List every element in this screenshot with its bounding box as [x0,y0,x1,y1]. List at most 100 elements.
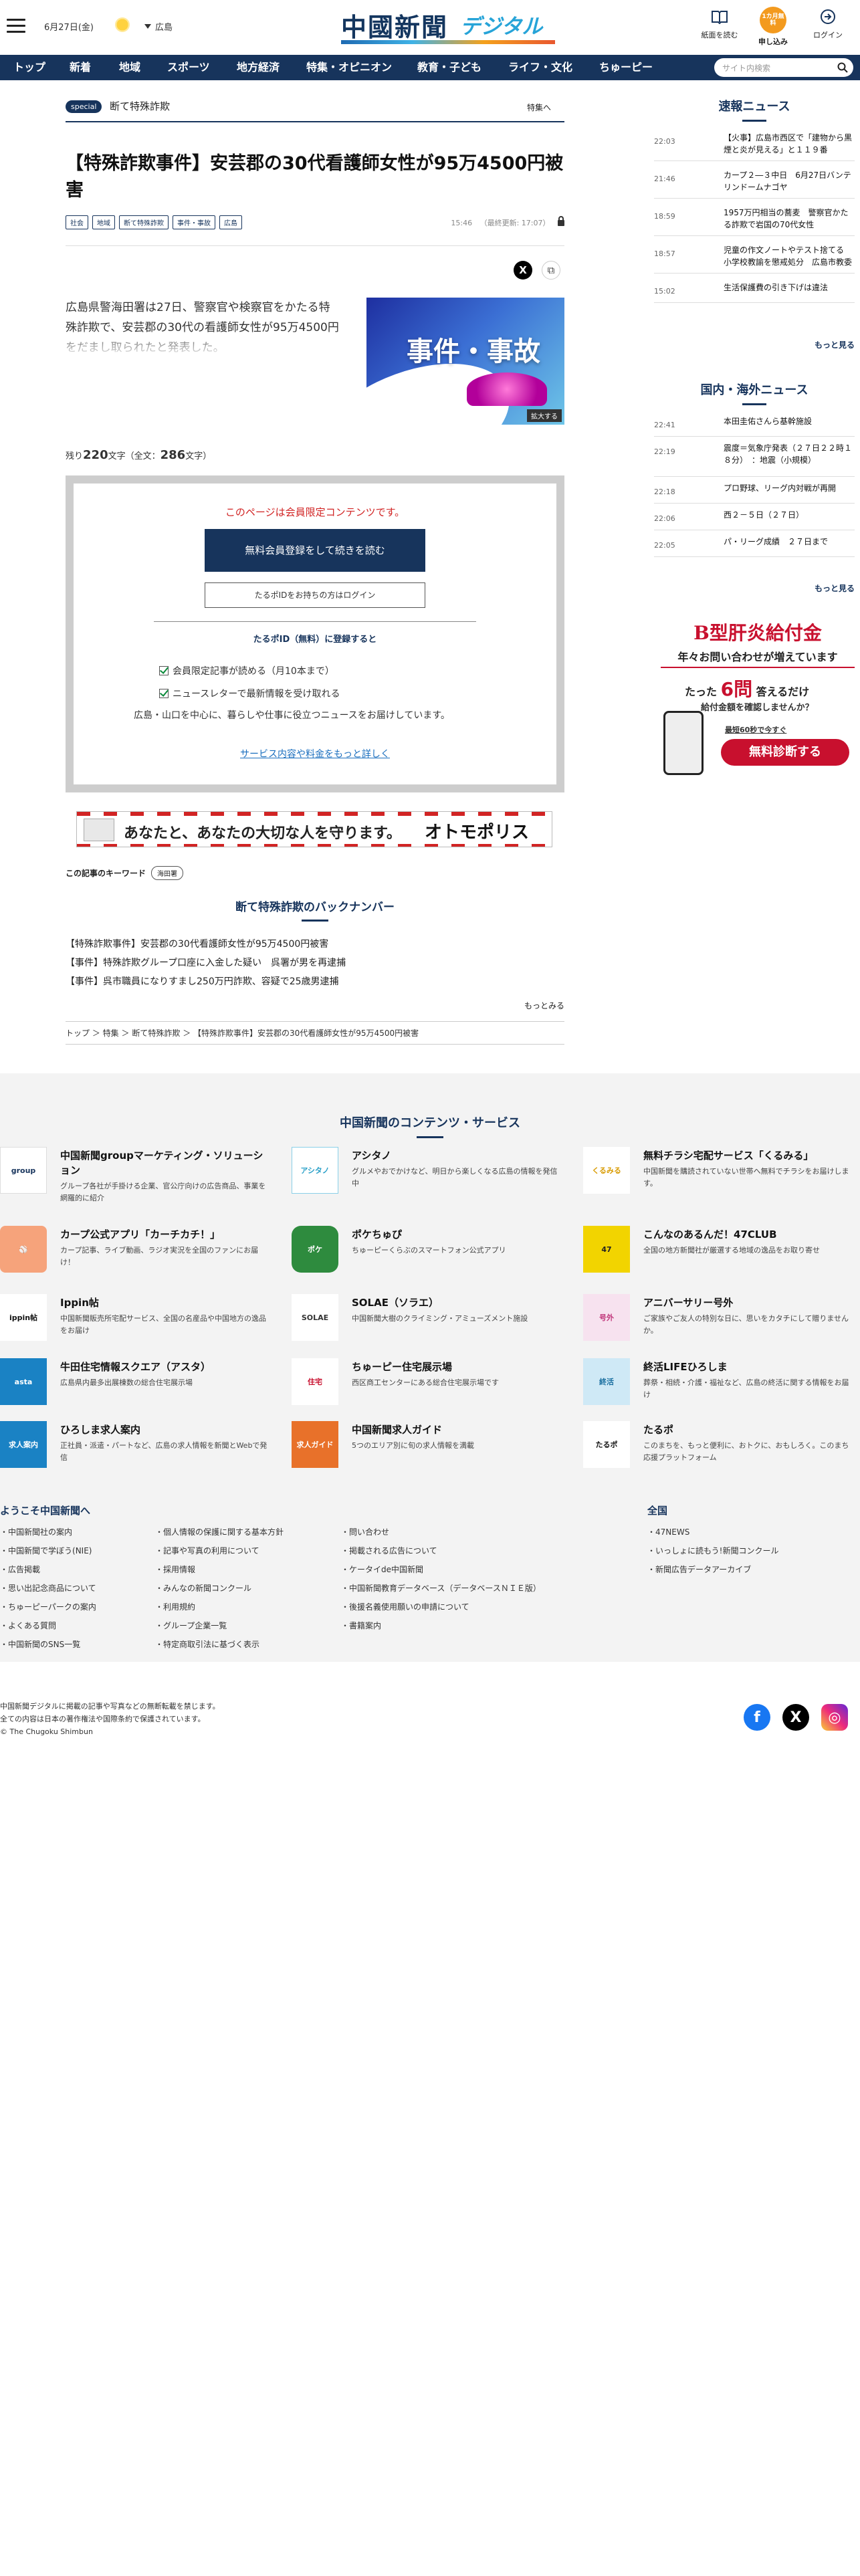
list-item[interactable]: 【特殊詐欺事件】安芸郡の30代看護師女性が95万4500円被害 [66,935,564,954]
special-link[interactable]: 特集へ [527,102,551,113]
footer-link[interactable]: 中国新聞社の案内 [0,1523,72,1541]
world-news-heading: 国内・海外ニュース [654,381,855,405]
tag[interactable]: 広島 [219,215,242,229]
search-icon[interactable] [837,62,848,76]
keyword-tag[interactable]: 海田署 [151,866,184,880]
footer-link[interactable]: 記事や写真の利用について [155,1542,259,1560]
breadcrumb-item[interactable]: 特集 [103,1029,119,1038]
flash-news-item[interactable]: 18:57 児童の作文ノートやテスト捨てる 小学校教諭を懲戒処分 広島市教委 [654,239,855,274]
flash-news-item[interactable]: 22:03 【火事】広島市西区で「建物から黒煙と炎が見える」と１１９番 [654,126,855,161]
menu-icon[interactable] [7,19,25,33]
breadcrumb-item[interactable]: トップ [66,1029,90,1038]
nav-region[interactable]: 地域 [119,55,140,80]
enlarge-button[interactable]: 拡大する [527,409,562,422]
footer-link[interactable]: 書籍案内 [341,1617,381,1634]
footer-link[interactable]: いっしょに読もう!新聞コンクール [647,1542,778,1560]
list-item[interactable]: 【事件】呉市職員になりすまし250万円詐欺、容疑で25歳男逮捕 [66,972,564,991]
world-more-link[interactable]: もっと見る [815,582,855,594]
article-photo[interactable]: 事件・事故 拡大する [366,298,564,425]
x-share-icon[interactable]: X [514,261,532,280]
special-title[interactable]: 断て特殊詐欺 [110,99,170,113]
service-item[interactable]: 号外 アニバーサリー号外 ご家族やご友人の特別な日に、思いをカタチにして贈りませ… [583,1294,851,1354]
nav-new[interactable]: 新着 [70,55,91,80]
flash-more-link[interactable]: もっと見る [815,339,855,350]
service-item[interactable]: 求人ガイド 中国新聞求人ガイド 5つのエリア別に旬の求人情報を満載 [292,1421,559,1481]
service-item[interactable]: group 中国新聞groupマーケティング・ソリューション グループ各社が手掛… [0,1147,267,1207]
site-logo[interactable]: 中國新聞 デジタル [341,7,558,45]
tag[interactable]: 社会 [66,215,88,229]
service-item[interactable]: くるみる 無料チラシ宅配サービス「くるみる」 中国新聞を購読されていない世帯へ無… [583,1147,851,1207]
footer-link[interactable]: 特定商取引法に基づく表示 [155,1636,259,1653]
footer-link[interactable]: 後援名義使用願いの申請について [341,1598,469,1616]
service-details-link[interactable]: サービス内容や料金をもっと詳しく [74,747,556,760]
tag[interactable]: 地域 [92,215,115,229]
ad-cta-button[interactable]: 無料診断する [721,739,849,766]
footer-link[interactable]: グループ企業一覧 [155,1617,227,1634]
service-item[interactable]: アシタノ アシタノ グルメやおでかけなど、明日から楽しくなる広島の情報を発信中 [292,1147,559,1207]
login-link-button[interactable]: たるポIDをお持ちの方はログイン [205,582,425,608]
service-item[interactable]: ippin帖 Ippin帖 中国新聞販売所宅配サービス、全国の名産品や中国地方の… [0,1294,267,1354]
world-news-item[interactable]: 22:06 西２－５日（２７日） [654,504,855,530]
footer-link[interactable]: 思い出記念商品について [0,1580,96,1597]
facebook-icon[interactable]: f [744,1704,770,1731]
world-news-item[interactable]: 22:18 プロ野球、リーグ内対戦が再開 [654,477,855,504]
clip-icon[interactable]: ⧉ [542,261,560,280]
service-item[interactable]: 住宅 ちゅーピー住宅展示場 西区商工センターにある総合住宅展示場です [292,1358,559,1418]
footer-link[interactable]: よくある質問 [0,1617,56,1634]
flash-news-item[interactable]: 21:46 カープ２―３中日 6月27日バンテリンドームナゴヤ [654,164,855,199]
tag[interactable]: 断て特殊詐欺 [119,215,169,229]
footer-link[interactable]: 中国新聞のSNS一覧 [0,1636,80,1653]
sidebar-ad[interactable]: B型肝炎給付金 年々お問い合わせが増えています たった 6問 答えるだけ 給付金… [661,619,855,786]
footer-link[interactable]: 利用規約 [155,1598,195,1616]
region-selector[interactable]: 広島 [144,20,173,33]
footer-link[interactable]: 中国新聞教育データベース（データベースＮＩＥ版） [341,1580,541,1597]
search-input[interactable]: サイト内検索 [714,58,853,77]
footer-link[interactable]: 個人情報の保護に関する基本方針 [155,1523,284,1541]
nav-life-culture[interactable]: ライフ・文化 [508,55,572,80]
list-item[interactable]: 【事件】特殊詐欺グループ口座に入金した疑い 呉署が男を再逮捕 [66,954,564,972]
nav-sports[interactable]: スポーツ [167,55,210,80]
register-button[interactable]: 無料会員登録をして続きを読む [205,529,425,572]
footer-link[interactable]: 問い合わせ [341,1523,389,1541]
footer-link[interactable]: ちゅーピーパークの案内 [0,1598,96,1616]
ad-banner[interactable]: あなたと、あなたの大切な人を守ります。 オトモポリス [76,811,552,847]
footer-link[interactable]: 47NEWS [647,1523,689,1541]
article-title: 【特殊詐欺事件】安芸郡の30代看護師女性が95万4500円被害 [66,153,564,201]
service-item[interactable]: 求人案内 ひろしま求人案内 正社員・派遣・パートなど、広島の求人情報を新聞とWe… [0,1421,267,1481]
world-news-item[interactable]: 22:19 震度＝気象庁発表（２７日２２時１８分） ：地震（小規模） [654,437,855,477]
world-news-item[interactable]: 22:05 パ・リーグ成績 ２７日まで [654,530,855,557]
footer-link[interactable]: 広告掲載 [0,1561,40,1578]
nav-top[interactable]: トップ [13,55,45,80]
footer-link[interactable]: ケータイde中国新聞 [341,1561,423,1578]
instagram-icon[interactable]: ◎ [821,1704,848,1731]
service-item[interactable]: asta 牛田住宅情報スクエア（アスタ） 広島県内最多出展棟数の総合住宅展示場 [0,1358,267,1418]
signup-button[interactable]: 1カ月無料 申し込み [752,7,794,47]
login-button[interactable]: ログイン [807,7,849,40]
nav-education[interactable]: 教育・子ども [417,55,481,80]
updated-time: （最終更新: 17:07） [479,219,550,227]
service-item[interactable]: ポケ ポケちゅぴ ちゅーピーくらぶのスマートフォン公式アプリ [292,1226,559,1286]
footer-link[interactable]: みんなの新聞コンクール [155,1580,251,1597]
breadcrumb-item[interactable]: 断て特殊詐欺 [132,1029,180,1038]
service-item[interactable]: SOLAE SOLAE（ソラエ） 中国新聞大樹のクライミング・アミューズメント施… [292,1294,559,1354]
welcome-heading: ようこそ中国新聞へ [0,1505,91,1517]
footer-link[interactable]: 新聞広告データアーカイブ [647,1561,751,1578]
service-item[interactable]: たるポ たるポ このまちを、もっと便利に、おトクに、おもしろく。このまち応援プラ… [583,1421,851,1481]
read-paper-button[interactable]: 紙面を読む [698,7,741,40]
nav-chupy[interactable]: ちゅーピー [599,55,653,80]
tag[interactable]: 事件・事故 [173,215,215,229]
footer-link[interactable]: 掲載される広告について [341,1542,437,1560]
nav-economy[interactable]: 地方経済 [237,55,280,80]
world-news-item[interactable]: 22:41 本田圭佑さんら基幹施設 [654,410,855,437]
service-item[interactable]: 終活 終活LIFEひろしま 葬祭・相続・介護・福祉など、広島の終活に関する情報を… [583,1358,851,1418]
ad-subline: 年々お問い合わせが増えています [661,648,855,668]
footer-link[interactable]: 中国新聞で学ぼう(NIE) [0,1542,92,1560]
footer-link[interactable]: 採用情報 [155,1561,195,1578]
flash-news-item[interactable]: 15:02 生活保護費の引き下げは違法 [654,276,855,303]
nav-feature-opinion[interactable]: 特集・オピニオン [306,55,392,80]
flash-news-item[interactable]: 18:59 1957万円相当の蕎麦 警察官かたる詐欺で岩国の70代女性 [654,201,855,236]
x-icon[interactable]: X [782,1704,809,1731]
backnumber-more-link[interactable]: もっとみる [524,1000,564,1011]
service-item[interactable]: ⚾ カープ公式アプリ「カーチカチ！」 カープ記事、ライブ動画、ラジオ実況を全国の… [0,1226,267,1286]
service-item[interactable]: 47 こんなのあるんだ！47CLUB 全国の地方新聞社が厳選する地域の逸品をお取… [583,1226,851,1286]
